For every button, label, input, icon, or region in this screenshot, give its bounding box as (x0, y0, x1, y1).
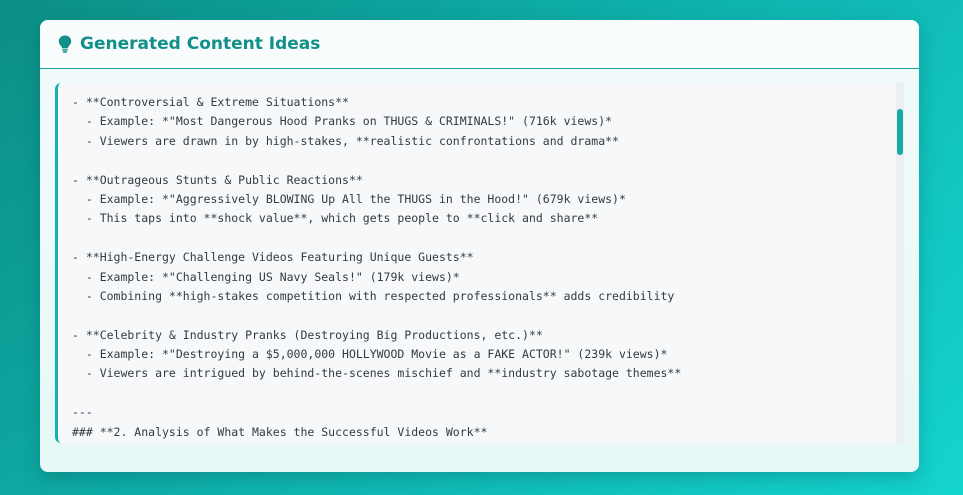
scrollbar-thumb[interactable] (897, 109, 903, 155)
lightbulb-icon (58, 35, 72, 53)
content-line (72, 384, 901, 403)
content-line (72, 306, 901, 325)
content-line: - This taps into **shock value**, which … (72, 211, 599, 226)
content-line: --- (72, 405, 93, 420)
content-line: - Example: *"Most Dangerous Hood Pranks … (72, 114, 613, 129)
content-line: - **Outrageous Stunts & Public Reactions… (72, 172, 363, 187)
content-text: - **Controversial & Extreme Situations**… (58, 83, 901, 442)
vertical-scrollbar[interactable] (896, 83, 904, 443)
content-line: - Combining **high-stakes competition wi… (72, 288, 675, 303)
panel-header: Generated Content Ideas (40, 20, 919, 69)
content-line: - Viewers are drawn in by high-stakes, *… (72, 133, 619, 148)
generated-content-area[interactable]: - **Controversial & Extreme Situations**… (55, 83, 901, 443)
content-line (72, 151, 901, 170)
content-line: - **High-Energy Challenge Videos Featuri… (72, 250, 474, 265)
content-line: - Example: *"Aggressively BLOWING Up All… (72, 191, 626, 206)
content-line: - **Controversial & Extreme Situations** (72, 95, 349, 109)
content-line: - Example: *"Challenging US Navy Seals!"… (72, 269, 460, 284)
content-line: - **Celebrity & Industry Pranks (Destroy… (72, 327, 543, 342)
panel-title: Generated Content Ideas (80, 34, 321, 54)
content-line (72, 229, 901, 248)
content-ideas-panel: Generated Content Ideas - **Controversia… (40, 20, 919, 472)
content-line: - Example: *"Destroying a $5,000,000 HOL… (72, 347, 668, 362)
content-line: - Viewers are intrigued by behind-the-sc… (72, 366, 682, 381)
content-line: ### **2. Analysis of What Makes the Succ… (72, 424, 488, 439)
